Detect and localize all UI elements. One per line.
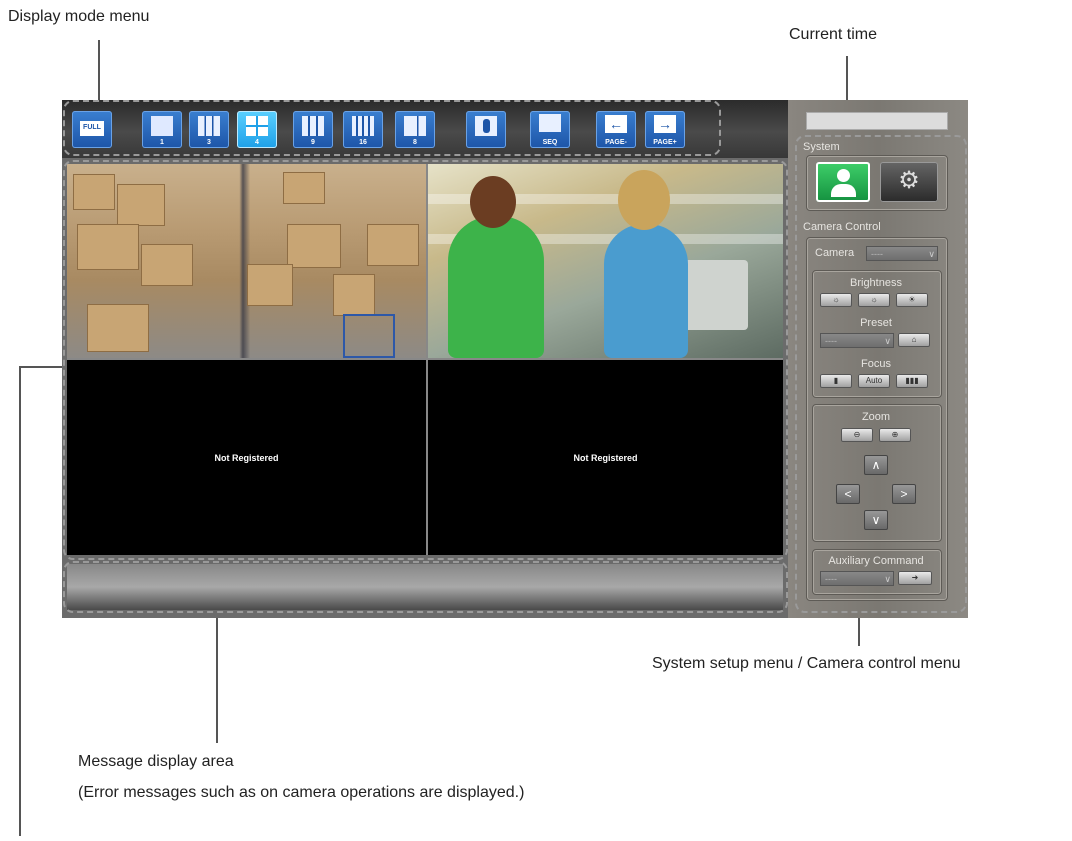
callout-current-time: Current time: [789, 26, 878, 43]
callout-display-mode-menu: Display mode menu: [8, 8, 150, 25]
display-mode-menu-outline: [63, 100, 721, 156]
callout-message-area: Message display area: [78, 753, 234, 770]
callout-message-area-note: (Error messages such as on camera operat…: [78, 784, 525, 801]
system-menu-outline: [795, 135, 967, 613]
message-area-outline: [63, 561, 788, 613]
leader-line: [19, 366, 21, 836]
leader-line: [216, 617, 218, 743]
current-time-display: [806, 112, 948, 130]
callout-system-menu: System setup menu / Camera control menu: [652, 655, 961, 672]
camera-screens-outline: [63, 160, 788, 560]
leader-line: [19, 366, 63, 368]
leader-line: [858, 618, 860, 646]
leader-line: [98, 40, 100, 102]
